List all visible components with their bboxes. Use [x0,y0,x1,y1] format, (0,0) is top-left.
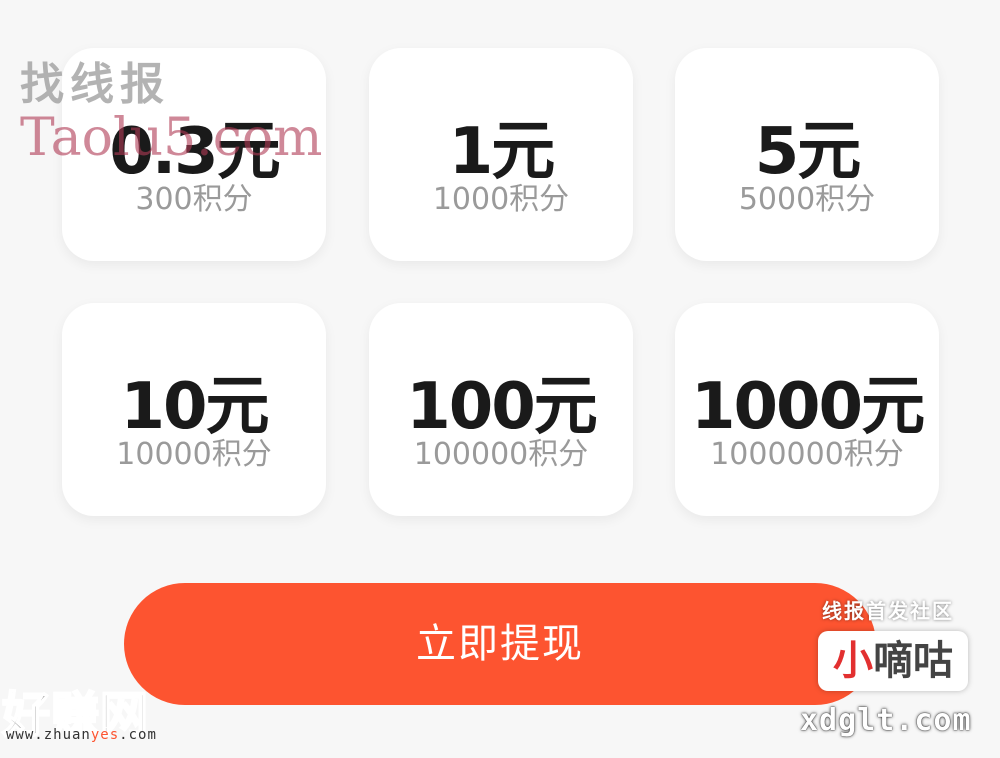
watermark-bottom-right: 线报首发社区 小嘀咕 xdglt.com [800,595,990,755]
amount-option-card[interactable]: 100元 100000积分 [369,303,633,516]
points-value: 300积分 [135,182,253,217]
points-value: 1000000积分 [710,437,904,472]
watermark-domain: xdglt.com [800,703,972,738]
amount-option-card[interactable]: 5元 5000积分 [675,48,939,261]
watermark-logo-part: 小 [833,638,873,684]
watermark-bottom-left: 好赚网 www.zhuanyes.com [1,675,202,755]
watermark-tag: 线报首发社区 [822,599,954,623]
watermark-url-part: yes [90,727,120,743]
watermark-url: www.zhuanyes.com [6,727,157,743]
amount-option-card[interactable]: 1000元 1000000积分 [675,303,939,516]
points-value: 100000积分 [413,437,589,472]
amount-option-card[interactable]: 1元 1000积分 [369,48,633,261]
points-value: 10000积分 [116,437,272,472]
withdraw-now-button[interactable]: 立即提现 [124,583,876,705]
points-value: 5000积分 [738,182,876,217]
watermark-logo-box: 小嘀咕 [818,631,968,691]
amount-option-card[interactable]: 10元 10000积分 [62,303,326,516]
watermark-url-part: www.zhuan [6,727,91,743]
watermark-text: 找线报 [20,59,170,110]
watermark-url-part: .com [119,727,157,743]
points-value: 1000积分 [432,182,570,217]
watermark-logo-part: 嘀咕 [873,638,953,684]
watermark-text: Taolu5.com [20,108,323,168]
watermark-top-left: 找线报 Taolu5.com [20,48,322,178]
